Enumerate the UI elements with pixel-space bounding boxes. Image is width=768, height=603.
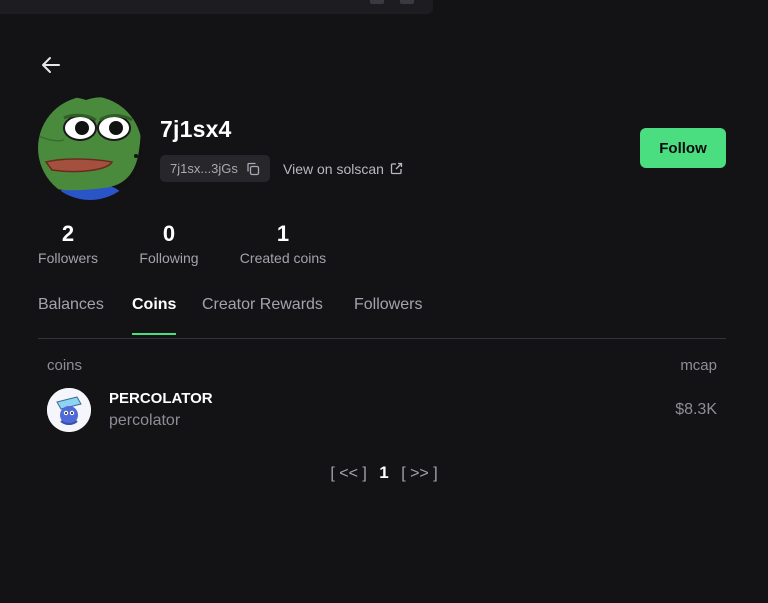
coin-ticker: percolator [109, 412, 181, 429]
stat-followers-label: Followers [38, 250, 98, 266]
next-page-button[interactable]: [ >> ] [401, 465, 437, 483]
coin-name: PERCOLATOR [109, 390, 213, 407]
panel-edge-button [400, 0, 414, 4]
tab-creator-rewards[interactable]: Creator Rewards [202, 296, 323, 334]
wallet-address: 7j1sx...3jGs [170, 161, 238, 176]
copy-icon[interactable] [246, 162, 260, 176]
avatar [38, 96, 142, 200]
current-page: 1 [379, 463, 389, 482]
coin-mcap: $8.3K [675, 401, 717, 418]
stat-followers-value: 2 [61, 221, 75, 246]
solscan-link-label: View on solscan [283, 160, 384, 177]
tab-coins[interactable]: Coins [132, 296, 177, 335]
follow-button[interactable]: Follow [640, 128, 726, 168]
prev-page-button[interactable]: [ << ] [330, 465, 366, 483]
external-link-icon [390, 162, 403, 175]
stat-following[interactable]: 0 Following [136, 220, 202, 266]
coins-column-header: coins [47, 357, 83, 374]
pagination: [ << ] 1 [ >> ] [0, 463, 768, 483]
profile-page: 7j1sx4 7j1sx...3jGs View on solscan Foll… [0, 0, 768, 603]
profile-tabs: Balances Coins Creator Rewards Followers [38, 290, 726, 339]
tab-balances[interactable]: Balances [38, 296, 104, 334]
coin-row[interactable]: PERCOLATOR percolator $8.3K [38, 380, 726, 440]
stat-created-coins-label: Created coins [239, 250, 327, 266]
back-button[interactable] [36, 50, 66, 80]
coin-avatar [47, 388, 91, 432]
arrow-left-icon [42, 57, 60, 73]
stat-created-coins-value: 1 [276, 221, 290, 246]
top-panel-edge [0, 0, 433, 14]
stat-following-value: 0 [162, 221, 176, 246]
address-copy-chip[interactable]: 7j1sx...3jGs [160, 155, 270, 182]
stat-following-label: Following [139, 250, 199, 266]
stat-created-coins[interactable]: 1 Created coins [236, 220, 330, 266]
mcap-column-header: mcap [680, 357, 717, 374]
view-on-solscan-link[interactable]: View on solscan [283, 155, 403, 182]
percolator-coin-image [47, 388, 91, 432]
frog-avatar-image [38, 96, 142, 200]
tab-followers[interactable]: Followers [354, 296, 422, 334]
panel-edge-button [370, 0, 384, 4]
stat-followers[interactable]: 2 Followers [36, 220, 100, 266]
profile-username: 7j1sx4 [160, 116, 232, 142]
